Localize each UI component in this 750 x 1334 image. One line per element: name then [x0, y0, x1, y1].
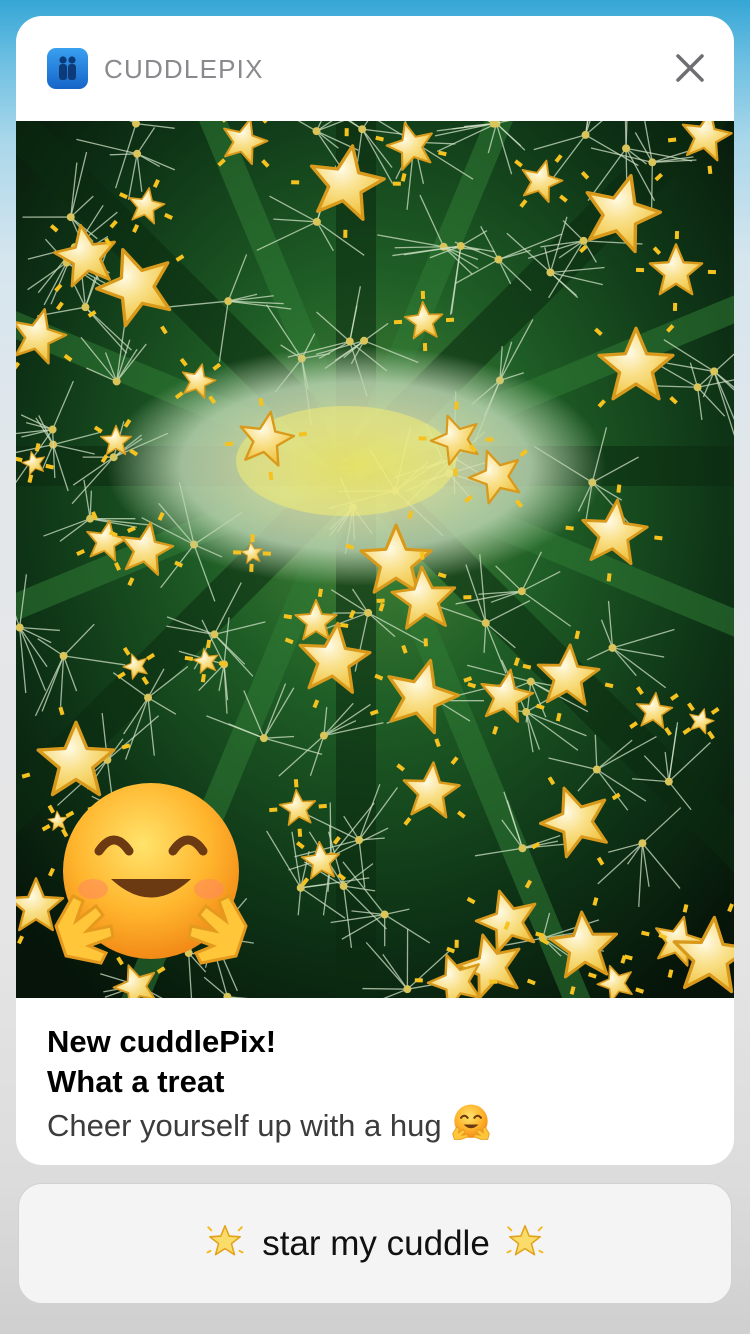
star-my-cuddle-button[interactable]: star my cuddle — [18, 1183, 732, 1304]
hugging-face-emoji-icon — [450, 1102, 492, 1152]
close-button[interactable] — [672, 50, 708, 86]
glowing-star-icon — [206, 1222, 244, 1265]
close-icon[interactable] — [672, 50, 708, 86]
cactus-photo-art — [16, 121, 734, 998]
notification-body-text: Cheer yourself up with a hug — [47, 1108, 442, 1143]
notification-title-line-2: What a treat — [47, 1064, 225, 1099]
glowing-star-icon — [506, 1222, 544, 1265]
cuddlepix-app-icon — [47, 48, 88, 89]
notification-header: CUDDLEPIX — [16, 16, 734, 121]
notification-card[interactable]: CUDDLEPIX New cuddlePix! What a treat Ch… — [16, 16, 734, 1165]
notification-title-line-1: New cuddlePix! — [47, 1024, 277, 1059]
action-label: star my cuddle — [262, 1223, 490, 1263]
notification-text: New cuddlePix! What a treat Cheer yourse… — [47, 1022, 707, 1152]
notification-body: Cheer yourself up with a hug — [47, 1102, 707, 1152]
app-name: CUDDLEPIX — [104, 54, 264, 84]
cactus-photo[interactable] — [16, 121, 734, 998]
